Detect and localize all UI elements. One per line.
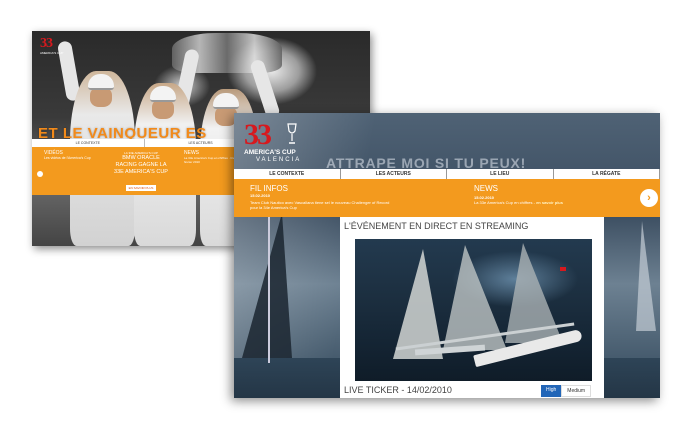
back-videos[interactable]: VIDÉOS Les vidéos de l'America's Cup xyxy=(44,150,104,161)
front-screenshot: 33 AMERICA'S CUP VALENCIA ATTRAPE MOI SI… xyxy=(234,113,660,398)
news-text: La 33e America's Cup en chiffres - xyxy=(474,200,535,205)
logo-line1: AMERICA'S CUP xyxy=(244,149,296,156)
sailor-face xyxy=(90,87,112,107)
nav-regate[interactable]: LA RÉGATE xyxy=(554,169,660,179)
news-block: NEWS 15.02.2010 La 33e America's Cup en … xyxy=(474,184,614,205)
left-sail-shape xyxy=(242,213,292,358)
nav-contexte[interactable]: LE CONTEXTE xyxy=(234,169,341,179)
back-logo[interactable]: 33 AMERICA'S CUP xyxy=(40,36,74,56)
logo-subtitle: AMERICA'S CUP xyxy=(40,51,64,55)
front-orange-band: FIL INFOS 15.02.2010 Team Club Nautico a… xyxy=(234,179,660,217)
front-logo[interactable]: 33 AMERICA'S CUP VALENCIA xyxy=(244,118,314,164)
next-arrow-icon[interactable]: › xyxy=(640,189,658,207)
streaming-title: L'ÉVÉNEMENT EN DIRECT EN STREAMING xyxy=(344,221,529,231)
fil-infos[interactable]: FIL INFOS 15.02.2010 Team Club Nautico a… xyxy=(250,184,390,210)
news-more-link[interactable]: en savoir plus xyxy=(536,200,563,205)
sailor-cap xyxy=(88,74,114,90)
logo-number: 33 xyxy=(244,118,272,151)
front-nav: LE CONTEXTE LES ACTEURS LE LIEU LA RÉGAT… xyxy=(234,169,660,179)
nav-acteurs[interactable]: LES ACTEURS xyxy=(341,169,447,179)
sailor-cap xyxy=(213,93,239,109)
video-flag xyxy=(560,267,566,271)
trophy-icon xyxy=(287,123,297,144)
quality-high-button[interactable]: High xyxy=(541,385,562,397)
back-winner-block: LA 33E AMERICA'S CUP BMW ORACLE RACING G… xyxy=(112,151,170,194)
news-heading: NEWS xyxy=(474,184,498,193)
videos-text: Les vidéos de l'America's Cup xyxy=(44,156,91,160)
quality-medium-button[interactable]: Medium xyxy=(561,385,592,397)
back-prev-icon[interactable] xyxy=(37,171,43,177)
sailor-cap xyxy=(150,86,176,102)
fil-infos-heading: FIL INFOS xyxy=(250,184,288,193)
quality-switch: High Medium xyxy=(541,385,592,397)
sailor-face xyxy=(152,99,174,119)
right-sail-shape xyxy=(636,221,656,331)
logo-line2: VALENCIA xyxy=(256,157,302,163)
winner-button[interactable]: EN SAVOIR PLUS xyxy=(125,185,157,191)
live-ticker-title: LIVE TICKER - 14/02/2010 xyxy=(344,385,452,395)
back-nav-contexte[interactable]: LE CONTEXTE xyxy=(32,139,145,147)
left-mast xyxy=(268,213,270,363)
logo-number: 33 xyxy=(40,36,53,51)
news-line: La 33e America's Cup en chiffres - en sa… xyxy=(474,200,614,205)
streaming-panel: L'ÉVÉNEMENT EN DIRECT EN STREAMING LIVE … xyxy=(340,217,604,398)
fil-infos-date: 15.02.2010 xyxy=(250,193,271,198)
winner-main: BMW ORACLE RACING GAGNE LA 33E AMERICA'S… xyxy=(114,155,168,175)
nav-lieu[interactable]: LE LIEU xyxy=(447,169,554,179)
video-player[interactable] xyxy=(355,239,592,381)
fil-infos-text: Team Club Nautico avec Vascallana tiene … xyxy=(250,200,390,210)
